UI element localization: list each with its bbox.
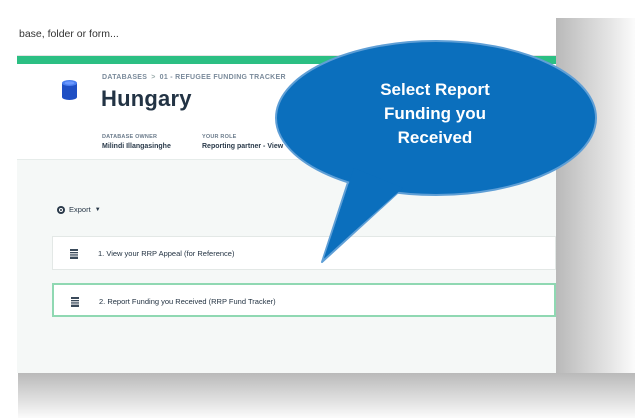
breadcrumb-current[interactable]: 01 - REFUGEE FUNDING TRACKER — [160, 74, 286, 81]
search-input[interactable]: base, folder or form... — [19, 28, 119, 40]
form-icon — [70, 249, 78, 259]
export-label: Export — [69, 205, 91, 214]
role-label: YOUR ROLE — [202, 134, 237, 140]
export-icon — [57, 205, 65, 214]
form-row-appeal[interactable]: 1. View your RRP Appeal (for Reference) — [52, 236, 556, 270]
owner-value: Milindi Illangasinghe — [102, 143, 171, 150]
form-icon — [71, 297, 79, 307]
form-label: 1. View your RRP Appeal (for Reference) — [98, 249, 235, 258]
app-screenshot: base, folder or form... DATABASES >01 - R… — [17, 17, 556, 373]
page-title: Hungary — [101, 86, 192, 111]
search-bar[interactable]: base, folder or form... — [17, 17, 556, 56]
accent-strip — [17, 56, 556, 64]
breadcrumb-separator: > — [151, 74, 156, 81]
owner-label: DATABASE OWNER — [102, 134, 158, 140]
breadcrumb: DATABASES >01 - REFUGEE FUNDING TRACKER — [102, 74, 286, 81]
database-icon — [62, 80, 77, 100]
callout-line-3: Received — [397, 128, 473, 147]
callout-line-2: Funding you — [384, 104, 486, 123]
section-divider — [17, 159, 556, 160]
role-value: Reporting partner - View — [202, 143, 284, 150]
shadow-bottom — [18, 373, 635, 418]
form-row-fund-tracker[interactable]: 2. Report Funding you Received (RRP Fund… — [52, 283, 556, 317]
callout-line-1: Select Report — [380, 80, 490, 99]
callout-text: Select Report Funding you Received — [345, 78, 525, 150]
shadow-right — [556, 18, 635, 398]
export-button[interactable]: Export ▼ — [57, 205, 101, 214]
form-label: 2. Report Funding you Received (RRP Fund… — [99, 297, 276, 306]
breadcrumb-root[interactable]: DATABASES — [102, 74, 147, 81]
chevron-down-icon: ▼ — [94, 206, 101, 213]
